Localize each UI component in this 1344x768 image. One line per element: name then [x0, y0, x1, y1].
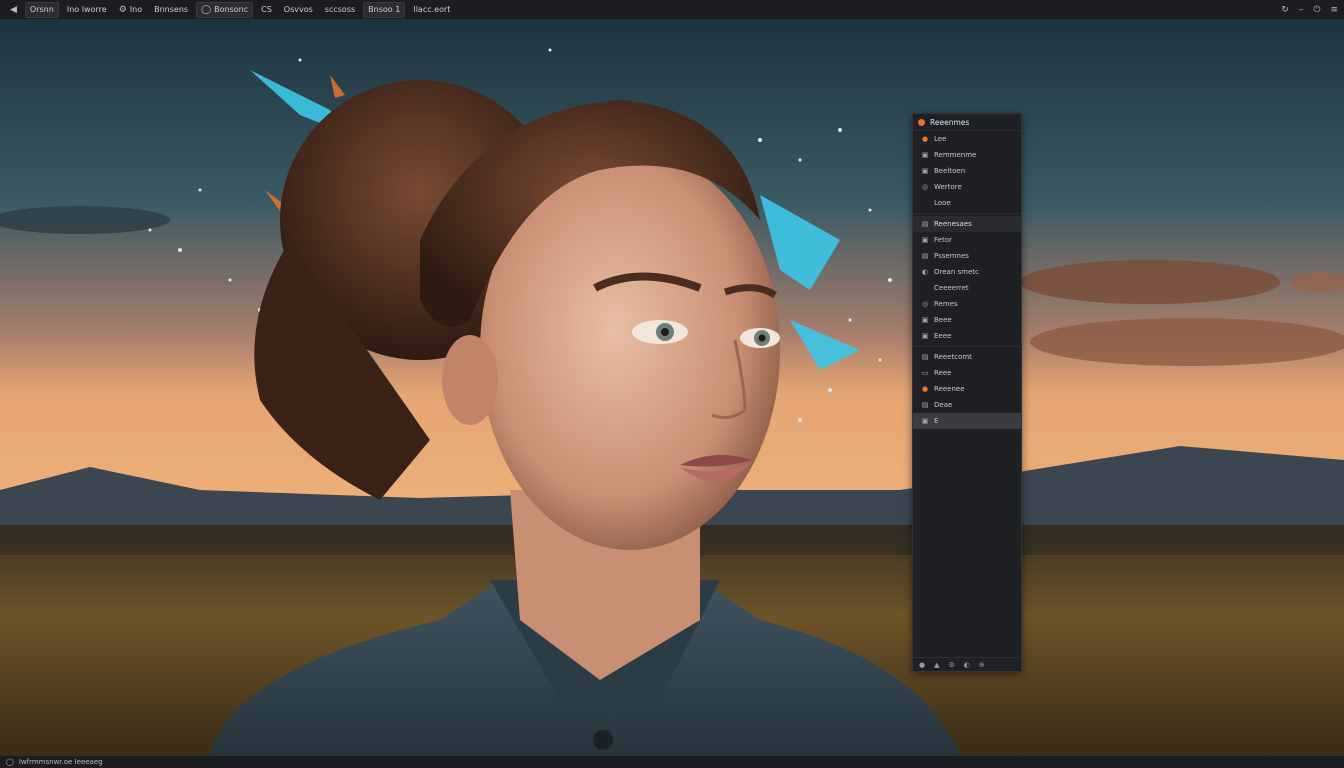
status-circle-icon: ◯	[6, 758, 14, 766]
toolbar-label: Ino	[129, 5, 143, 14]
layer-icon: ▣	[921, 151, 929, 159]
app-logo-icon	[918, 118, 925, 126]
toolbar-button-8[interactable]: sccsoss	[321, 3, 359, 17]
layer-row[interactable]: ▤ Reeetcomt	[913, 349, 1021, 365]
layer-label: Reee	[934, 369, 952, 377]
layer-row[interactable]: ▭ Reee	[913, 365, 1021, 381]
toolbar-label: sccsoss	[324, 5, 356, 14]
layer-label: Reeenee	[934, 385, 965, 393]
layer-icon: ●	[921, 135, 929, 143]
back-icon: ◀	[10, 4, 17, 15]
layer-row[interactable]: ▣ Fetor	[913, 232, 1021, 248]
layer-label: Eeee	[934, 332, 952, 340]
layer-icon: ▣	[921, 167, 929, 175]
layer-icon: ▭	[921, 369, 929, 377]
top-toolbar: ◀ Orsnn Ino Iworre ⚙ Ino Bnnsens ◯ Bonsonc CS Osv…	[0, 0, 1344, 20]
image-canvas[interactable]	[0, 20, 1344, 756]
panel-divider	[913, 346, 1021, 347]
toolbar-button-9[interactable]: Bnsoo 1	[363, 1, 406, 18]
layer-label: Looe	[934, 199, 951, 207]
layer-icon: ●	[921, 385, 929, 393]
layer-label: Wertore	[934, 183, 962, 191]
circle-icon: ◯	[201, 4, 212, 15]
panel-footer-icon[interactable]: ●	[919, 661, 925, 669]
layer-row[interactable]: ● Reeenee	[913, 381, 1021, 397]
layer-row[interactable]: ▣ E	[913, 413, 1021, 429]
layer-label: Beeltoen	[934, 167, 966, 175]
layer-label: Remmenme	[934, 151, 977, 159]
layer-label: Orean smetc	[934, 268, 979, 276]
toolbar-button-6[interactable]: CS	[257, 3, 276, 17]
toolbar-label: Ilacc.eort	[413, 5, 451, 14]
layer-label: Reenesaes	[934, 220, 972, 228]
panel-title: Reeenmes	[930, 117, 970, 127]
status-bar: ◯ Iwfrmmsnwr.oe Ieeeaeg	[0, 756, 1344, 768]
status-text: Iwfrmmsnwr.oe Ieeeaeg	[18, 758, 103, 766]
layer-row[interactable]: ◎ Remes	[913, 296, 1021, 312]
layer-row[interactable]: ▣ Beeltoen	[913, 163, 1021, 179]
layer-row[interactable]: ▣ Beee	[913, 312, 1021, 328]
panel-footer-icon[interactable]: ⚙	[949, 661, 955, 669]
layer-label: Pssemnes	[934, 252, 969, 260]
layer-row[interactable]: Looe	[913, 195, 1021, 211]
layer-label: Fetor	[934, 236, 952, 244]
layer-icon: ▤	[921, 401, 929, 409]
settings-icon: ⚙	[118, 4, 127, 15]
layer-label: Reeetcomt	[934, 353, 972, 361]
layer-row[interactable]: ▤ Reenesaes	[913, 216, 1021, 232]
panel-divider	[913, 213, 1021, 214]
layer-label: Lee	[934, 135, 947, 143]
layer-icon: ▣	[921, 316, 929, 324]
layer-row[interactable]: ◎ Wertore	[913, 179, 1021, 195]
layer-label: E	[934, 417, 939, 425]
toolbar-label: Osvvos	[283, 5, 313, 14]
layer-row[interactable]: ▤ Pssemnes	[913, 248, 1021, 264]
layer-label: Deae	[934, 401, 953, 409]
layer-label: Beee	[934, 316, 952, 324]
panel-header[interactable]: Reeenmes	[913, 114, 1021, 131]
refresh-icon[interactable]: ↻	[1281, 5, 1289, 15]
layer-icon: ◎	[921, 300, 929, 308]
layer-row[interactable]: ◐ Orean smetc	[913, 264, 1021, 280]
layer-row[interactable]: ● Lee	[913, 131, 1021, 147]
layer-icon: ▤	[921, 252, 929, 260]
toolbar-button-5[interactable]: ◯ Bonsonc	[196, 1, 254, 18]
toolbar-button-1[interactable]: Orsnn	[24, 1, 59, 18]
layer-row[interactable]: ▣ Eeee	[913, 328, 1021, 344]
menu-icon[interactable]: ≡	[1330, 5, 1338, 15]
layer-label: Remes	[934, 300, 958, 308]
layer-row[interactable]: ▣ Remmenme	[913, 147, 1021, 163]
layer-row[interactable]: Ceeeerret	[913, 280, 1021, 296]
layer-icon: ◎	[921, 183, 929, 191]
toolbar-label: Bnsoo 1	[368, 5, 401, 14]
layer-icon: ▣	[921, 236, 929, 244]
toolbar-label: Bnnsens	[154, 5, 189, 14]
toolbar-button-10[interactable]: Ilacc.eort	[409, 3, 454, 17]
power-icon[interactable]: ⏻	[1313, 5, 1320, 15]
layer-icon: ▣	[921, 332, 929, 340]
toolbar-label: CS	[261, 5, 272, 14]
toolbar-button-7[interactable]: Osvvos	[280, 3, 317, 17]
toolbar-button-0[interactable]: ◀	[6, 3, 21, 17]
layer-icon: ▤	[921, 220, 929, 228]
portrait-photo	[0, 20, 1344, 756]
toolbar-label: Bonsonc	[214, 5, 249, 14]
minimize-icon[interactable]: –	[1299, 5, 1304, 15]
panel-footer-icon[interactable]: ⊕	[979, 661, 985, 669]
toolbar-button-4[interactable]: Bnnsens	[150, 3, 192, 17]
toolbar-label: Orsnn	[29, 5, 54, 14]
panel-footer: ● ▲ ⚙ ◐ ⊕	[913, 657, 1021, 671]
panel-footer-icon[interactable]: ▲	[934, 661, 939, 669]
window-controls: ↻ – ⏻ ≡	[1281, 5, 1338, 15]
layer-row[interactable]: ▤ Deae	[913, 397, 1021, 413]
layers-panel: Reeenmes ● Lee ▣ Remmenme ▣ Beeltoen ◎ Wertore L…	[912, 113, 1022, 672]
toolbar-button-3[interactable]: ⚙ Ino	[115, 3, 146, 17]
toolbar-button-2[interactable]: Ino Iworre	[63, 3, 111, 17]
layer-icon: ▤	[921, 353, 929, 361]
toolbar-label: Ino Iworre	[66, 5, 107, 14]
layer-label: Ceeeerret	[934, 284, 969, 292]
layer-icon: ▣	[921, 417, 929, 425]
panel-footer-icon[interactable]: ◐	[964, 661, 970, 669]
layer-icon: ◐	[921, 268, 929, 276]
